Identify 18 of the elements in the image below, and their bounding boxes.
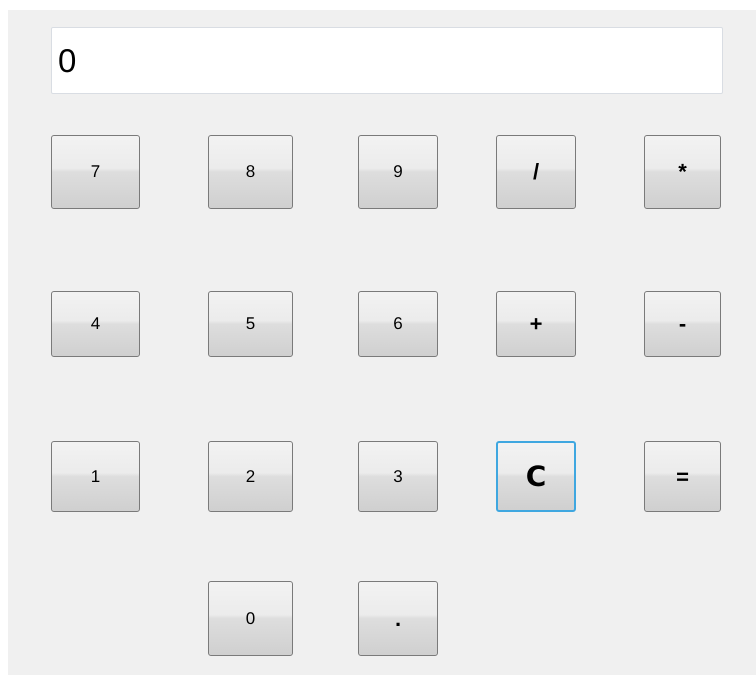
calculator-key[interactable]: 4 [51,291,140,357]
calculator-key[interactable]: * [644,135,721,209]
calculator-key[interactable]: = [644,441,721,512]
calculator-key[interactable]: 0 [208,581,293,656]
calculator-key[interactable]: + [496,291,576,357]
calculator-key[interactable]: 8 [208,135,293,209]
calculator-key[interactable]: / [496,135,576,209]
calculator-key[interactable]: 7 [51,135,140,209]
calculator-key[interactable]: C [496,441,576,512]
calculator-key[interactable]: 5 [208,291,293,357]
calculator-key[interactable]: 2 [208,441,293,512]
calculator-key[interactable]: 3 [358,441,438,512]
calculator-key[interactable]: 6 [358,291,438,357]
calculator-key[interactable]: . [358,581,438,656]
display-field[interactable]: 0 [51,27,723,94]
calculator-key[interactable]: 9 [358,135,438,209]
calculator-key[interactable]: - [644,291,721,357]
calculator-key[interactable]: 1 [51,441,140,512]
